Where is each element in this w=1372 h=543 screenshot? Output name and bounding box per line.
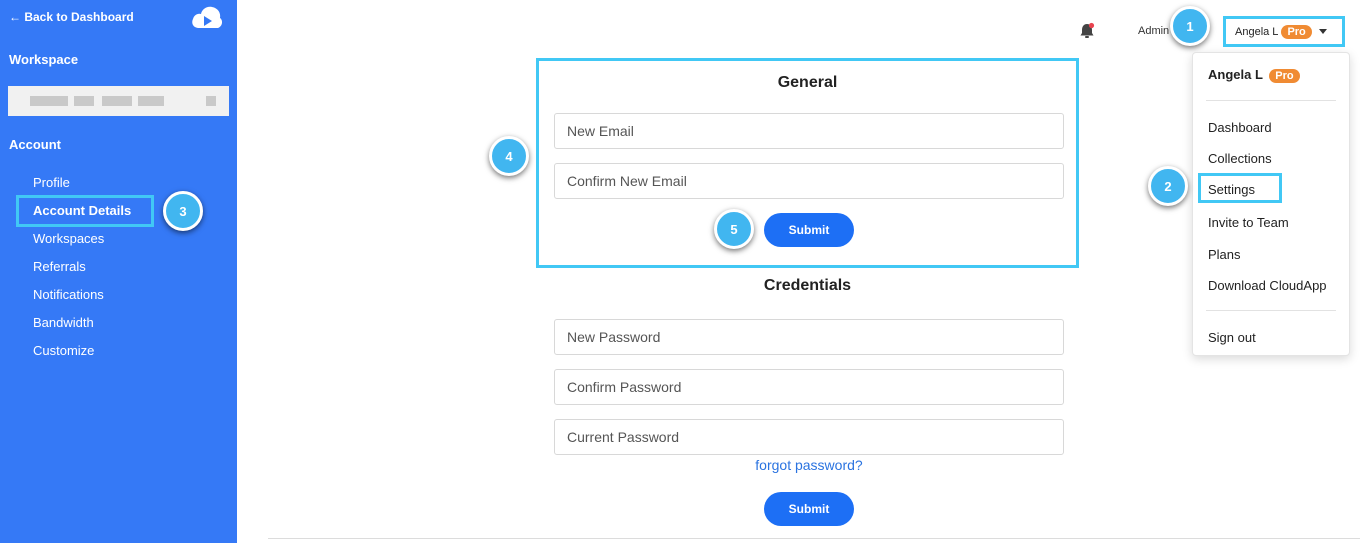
step-callout-1: 1: [1170, 6, 1210, 46]
chevron-down-icon: [1318, 29, 1327, 34]
new-password-placeholder: New Password: [567, 329, 661, 345]
current-password-placeholder: Current Password: [567, 429, 680, 445]
notification-bell-icon[interactable]: [1078, 22, 1096, 40]
general-submit-button[interactable]: Submit: [764, 213, 854, 247]
new-email-placeholder: New Email: [567, 123, 634, 139]
menu-item-sign-out[interactable]: Sign out: [1208, 330, 1256, 345]
settings-highlight: [1198, 173, 1282, 203]
sidebar-item-notifications[interactable]: Notifications: [33, 287, 104, 302]
back-to-dashboard-link[interactable]: ← Back to Dashboard: [9, 10, 134, 24]
new-email-field[interactable]: New Email: [554, 113, 1064, 149]
user-name: Angela L: [1235, 25, 1279, 38]
sidebar-item-workspaces[interactable]: Workspaces: [33, 231, 104, 246]
menu-item-invite-to-team[interactable]: Invite to Team: [1208, 215, 1289, 230]
confirm-password-placeholder: Confirm Password: [567, 379, 682, 395]
workspace-heading: Workspace: [9, 52, 79, 67]
menu-pro-badge: Pro: [1269, 69, 1300, 83]
menu-item-download-cloudapp[interactable]: Download CloudApp: [1208, 278, 1327, 293]
confirm-password-field[interactable]: Confirm Password: [554, 369, 1064, 405]
step-callout-4: 4: [489, 136, 529, 176]
user-menu-button[interactable]: Angela L Pro: [1223, 16, 1345, 47]
sidebar-item-profile[interactable]: Profile: [33, 175, 70, 190]
sidebar: ← Back to Dashboard Workspace Account Pr…: [0, 0, 237, 543]
pro-badge: Pro: [1281, 24, 1312, 39]
menu-user-name: Angela L: [1208, 67, 1263, 82]
menu-item-dashboard[interactable]: Dashboard: [1208, 120, 1272, 135]
menu-divider: [1206, 310, 1336, 311]
new-password-field[interactable]: New Password: [554, 319, 1064, 355]
menu-item-collections[interactable]: Collections: [1208, 151, 1272, 166]
confirm-email-field[interactable]: Confirm New Email: [554, 163, 1064, 199]
current-password-field[interactable]: Current Password: [554, 419, 1064, 455]
menu-divider: [1206, 100, 1336, 101]
menu-item-plans[interactable]: Plans: [1208, 247, 1241, 262]
credentials-submit-button[interactable]: Submit: [764, 492, 854, 526]
step-callout-2: 2: [1148, 166, 1188, 206]
menu-user-header: Angela L Pro: [1208, 67, 1300, 83]
sidebar-item-referrals[interactable]: Referrals: [33, 259, 86, 274]
sidebar-item-bandwidth[interactable]: Bandwidth: [33, 315, 94, 330]
confirm-email-placeholder: Confirm New Email: [567, 173, 687, 189]
workspace-selector[interactable]: [8, 86, 229, 116]
forgot-password-link[interactable]: forgot password?: [554, 457, 1064, 473]
cloudapp-logo-icon[interactable]: [190, 4, 224, 34]
admin-link[interactable]: Admin: [1138, 25, 1169, 37]
sidebar-item-customize[interactable]: Customize: [33, 343, 94, 358]
credentials-heading: Credentials: [763, 277, 852, 294]
general-heading: General: [777, 74, 838, 91]
account-details-highlight: [16, 195, 154, 227]
user-dropdown-menu: Angela L Pro Dashboard Collections Setti…: [1192, 52, 1350, 356]
account-heading: Account: [9, 137, 61, 152]
divider: [268, 538, 1360, 539]
step-callout-5: 5: [714, 209, 754, 249]
step-callout-3: 3: [163, 191, 203, 231]
